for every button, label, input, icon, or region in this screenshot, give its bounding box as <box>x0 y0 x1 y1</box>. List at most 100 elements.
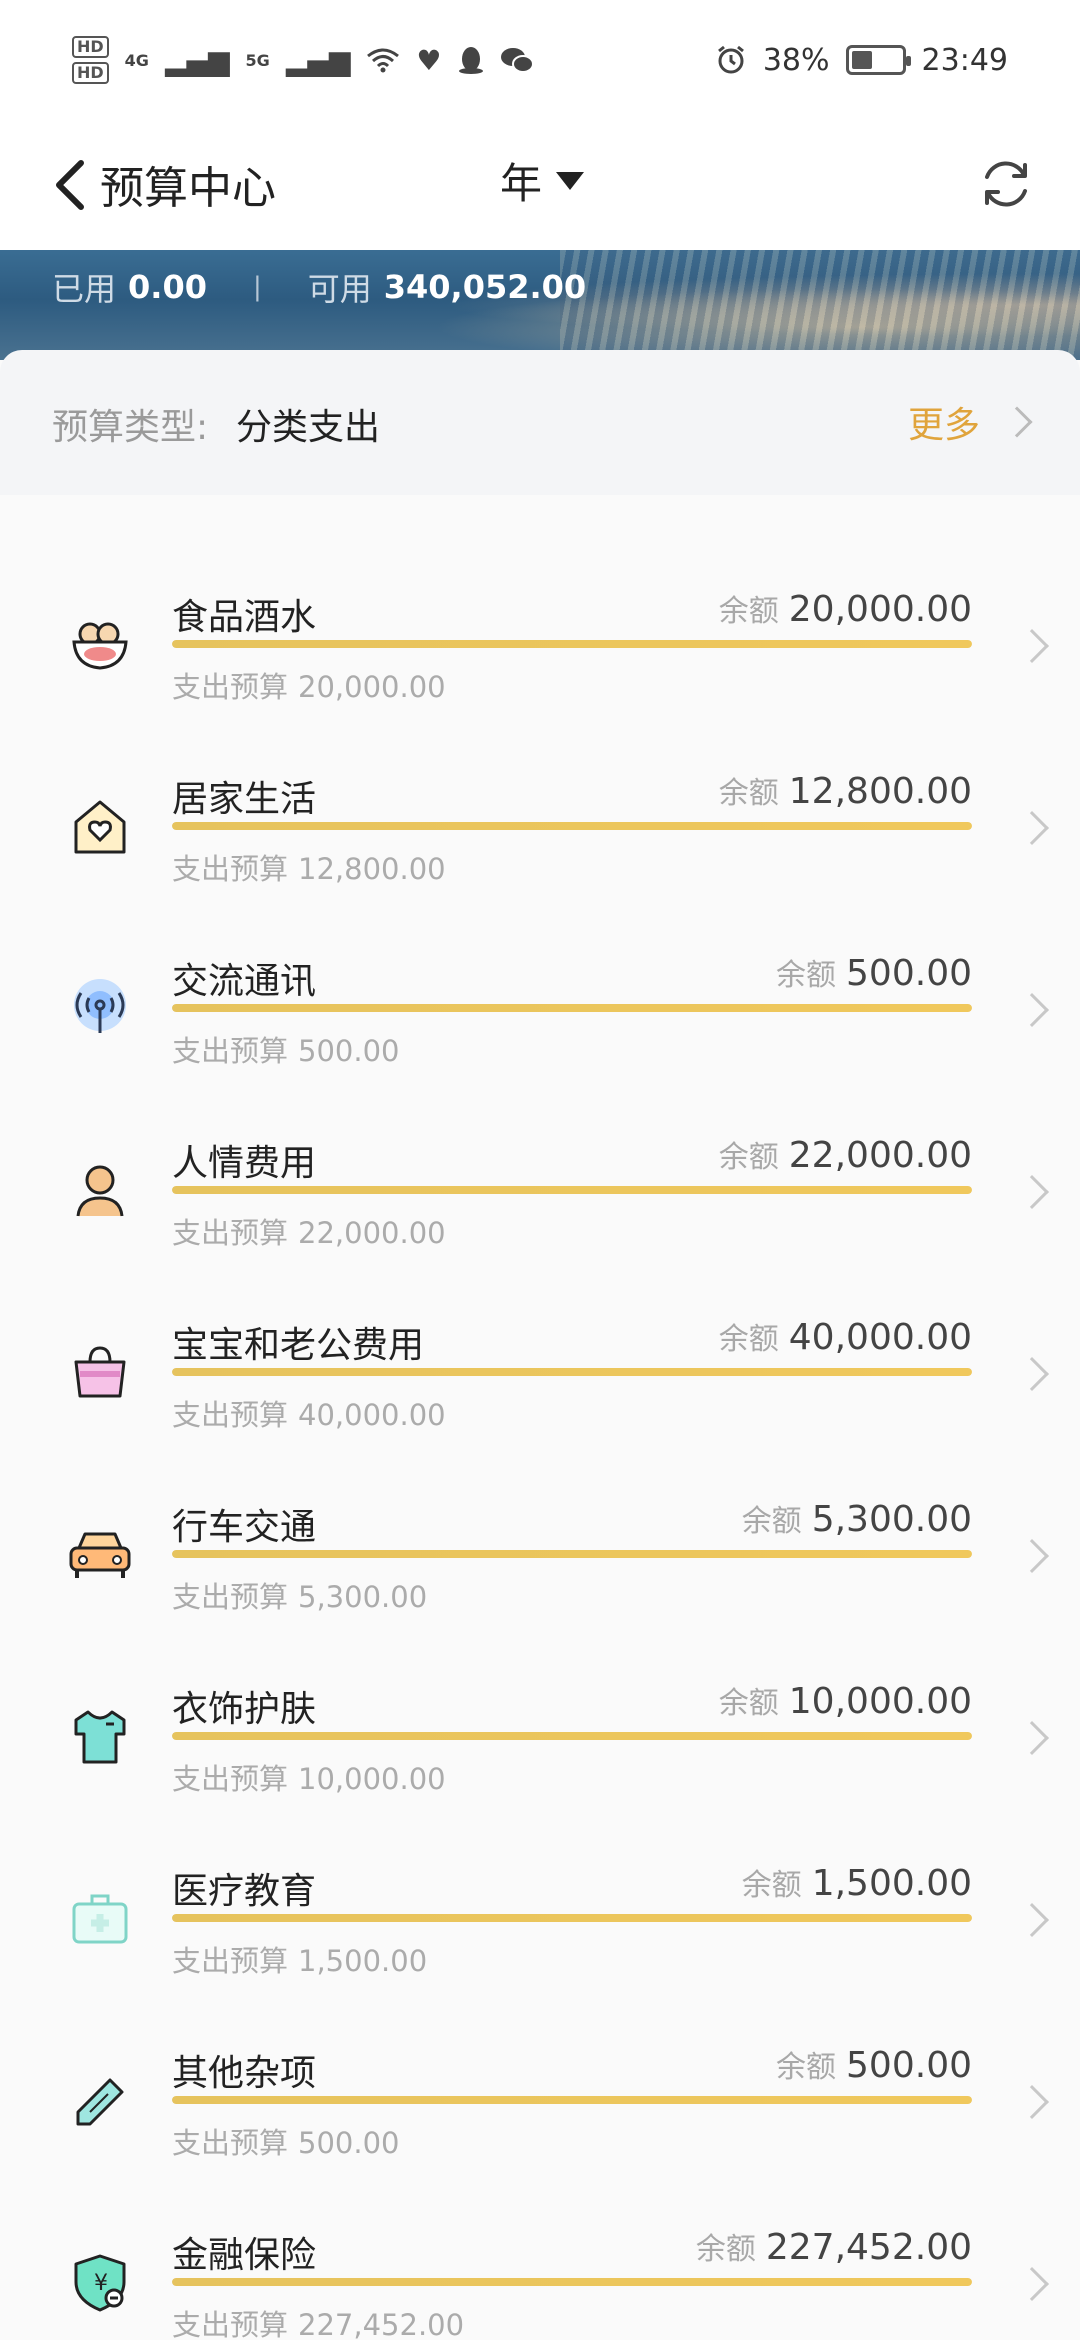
back-button[interactable] <box>40 150 100 220</box>
balance-value: 500.00 <box>846 2045 972 2086</box>
plan-value: 227,452.00 <box>298 2308 465 2340</box>
caret-down-icon <box>556 171 585 190</box>
plan-value: 40,000.00 <box>298 1398 446 1432</box>
used-label: 已用 <box>52 270 117 308</box>
category-row[interactable]: 居家生活 余额 12,800.00 支出预算 12,800.00 <box>0 712 1080 894</box>
budget-progress-bar <box>172 1368 972 1376</box>
refresh-icon <box>985 161 1027 207</box>
budget-progress-fill <box>172 822 972 830</box>
shirt-icon <box>64 1700 136 1772</box>
wechat-icon <box>500 48 534 73</box>
category-row[interactable]: 交流通讯 余额 500.00 支出预算 500.00 <box>0 894 1080 1076</box>
balance-value: 40,000.00 <box>788 1317 972 1358</box>
budget-type-card: 预算类型: 分类支出 更多 <box>0 350 1080 495</box>
balance: 余额 227,452.00 <box>696 2224 972 2268</box>
chevron-right-icon <box>1015 1721 1049 1755</box>
refresh-button[interactable] <box>968 146 1044 222</box>
category-name: 交流通讯 <box>172 961 317 1002</box>
budget-progress-bar <box>172 1004 972 1012</box>
signal-antenna-icon <box>64 972 136 1044</box>
category-name: 衣饰护肤 <box>172 1689 317 1730</box>
category-row[interactable]: 人情费用 余额 22,000.00 支出预算 22,000.00 <box>0 1076 1080 1258</box>
balance-value: 227,452.00 <box>765 2227 972 2268</box>
signal-bars-icon: ▂▄▆ <box>285 43 351 77</box>
category-row[interactable]: 行车交通 余额 5,300.00 支出预算 5,300.00 <box>0 1440 1080 1622</box>
balance: 余额 5,300.00 <box>742 1496 972 1540</box>
chevron-right-icon <box>1015 629 1049 663</box>
hd-indicator: HD HD <box>72 36 109 84</box>
available-value: 340,052.00 <box>383 268 587 306</box>
alarm-icon <box>717 45 744 74</box>
category-name: 食品酒水 <box>172 597 317 638</box>
category-row[interactable]: 医疗教育 余额 1,500.00 支出预算 1,500.00 <box>0 1804 1080 1986</box>
battery-icon <box>845 45 911 75</box>
food-bowl-icon <box>64 608 136 680</box>
category-row[interactable]: ¥ 金融保险 余额 227,452.00 支出预算 227,452.00 <box>0 2168 1080 2340</box>
budget-plan: 支出预算 500.00 <box>172 1028 400 1070</box>
chevron-right-icon <box>1015 1175 1049 1209</box>
balance-label: 余额 <box>741 1868 802 1903</box>
category-name: 宝宝和老公费用 <box>172 1325 425 1366</box>
budget-progress-fill <box>172 1368 972 1376</box>
budget-progress-bar <box>172 2278 972 2286</box>
budget-progress-fill <box>172 2278 972 2286</box>
chevron-right-icon <box>1015 2085 1049 2119</box>
shopping-bag-icon <box>64 1336 136 1408</box>
budget-plan: 支出预算 5,300.00 <box>172 1574 427 1616</box>
summary-text: 已用 0.00 | 可用 340,052.00 <box>52 264 586 310</box>
budget-progress-fill <box>172 1186 972 1194</box>
plan-label: 支出预算 <box>172 1762 289 1796</box>
status-right: 38% 23:49 <box>715 43 1008 78</box>
plan-value: 500.00 <box>298 1034 400 1068</box>
plan-label: 支出预算 <box>172 852 289 886</box>
budget-type-label: 预算类型: <box>52 407 209 448</box>
period-dropdown[interactable]: 年 <box>500 150 585 211</box>
plan-label: 支出预算 <box>172 2308 289 2340</box>
battery-level <box>851 51 873 69</box>
hd1-label: HD <box>72 36 109 58</box>
network-4g-label: 4G <box>124 50 149 70</box>
category-row[interactable]: 其他杂项 余额 500.00 支出预算 500.00 <box>0 1986 1080 2168</box>
signal-bars-icon: ▂▄▆ <box>164 43 230 77</box>
budget-progress-bar <box>172 640 972 648</box>
category-name: 其他杂项 <box>172 2053 317 2094</box>
plan-label: 支出预算 <box>172 1580 289 1614</box>
more-button[interactable]: 更多 <box>908 396 1033 448</box>
budget-progress-bar <box>172 1550 972 1558</box>
plan-value: 22,000.00 <box>298 1216 446 1250</box>
category-name: 金融保险 <box>172 2235 317 2276</box>
category-row[interactable]: 衣饰护肤 余额 10,000.00 支出预算 10,000.00 <box>0 1622 1080 1804</box>
page-title: 预算中心 <box>100 163 276 214</box>
budget-progress-bar <box>172 822 972 830</box>
plan-value: 20,000.00 <box>298 670 446 704</box>
budget-plan: 支出预算 22,000.00 <box>172 1210 446 1252</box>
budget-progress-fill <box>172 640 972 648</box>
balance-label: 余额 <box>776 2050 837 2085</box>
balance-label: 余额 <box>718 1140 779 1175</box>
home-heart-icon <box>64 790 136 862</box>
car-icon <box>64 1518 136 1590</box>
plan-value: 10,000.00 <box>298 1762 446 1796</box>
chevron-right-icon <box>1015 993 1049 1027</box>
category-row[interactable]: 食品酒水 余额 20,000.00 支出预算 20,000.00 <box>0 530 1080 712</box>
shield-yen-icon: ¥ <box>64 2246 136 2318</box>
balance: 余额 500.00 <box>776 950 972 994</box>
chevron-right-icon <box>1015 1357 1049 1391</box>
budget-plan: 支出预算 1,500.00 <box>172 1938 427 1980</box>
hd2-label: HD <box>72 62 109 84</box>
summary-banner: 已用 0.00 | 可用 340,052.00 <box>0 250 1080 360</box>
budget-plan: 支出预算 500.00 <box>172 2120 400 2162</box>
used-value: 0.00 <box>128 268 207 306</box>
category-row[interactable]: 宝宝和老公费用 余额 40,000.00 支出预算 40,000.00 <box>0 1258 1080 1440</box>
battery-percent: 38% <box>762 42 830 78</box>
chevron-right-icon <box>1001 406 1033 438</box>
network-5g-label: 5G <box>245 50 270 70</box>
penguin-icon <box>458 47 483 74</box>
plan-label: 支出预算 <box>172 1034 289 1068</box>
balance-label: 余额 <box>776 958 837 993</box>
balance-value: 5,300.00 <box>811 1499 972 1540</box>
plan-label: 支出预算 <box>172 1944 289 1978</box>
category-name: 行车交通 <box>172 1507 317 1548</box>
budget-progress-fill <box>172 1732 972 1740</box>
plan-label: 支出预算 <box>172 2126 289 2160</box>
